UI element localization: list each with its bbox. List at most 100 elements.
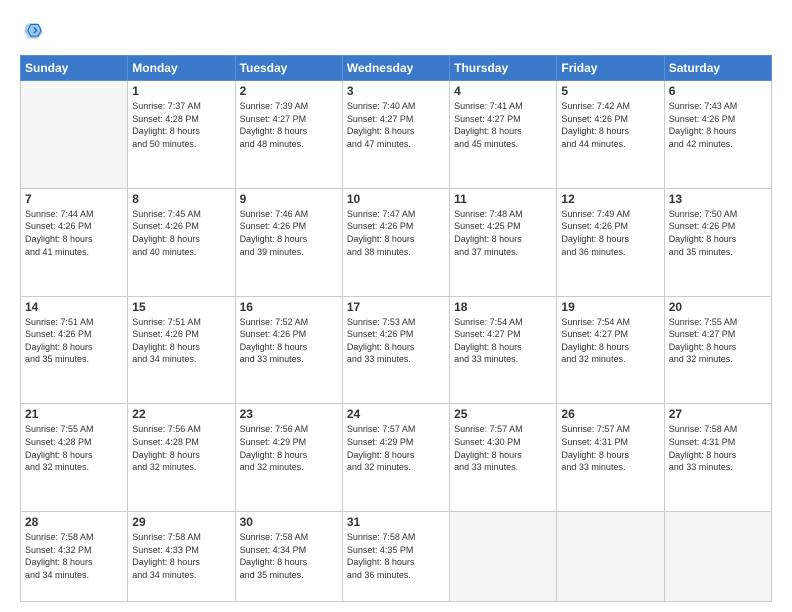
- calendar-cell: 18 Sunrise: 7:54 AMSunset: 4:27 PMDayligh…: [450, 296, 557, 404]
- page: SundayMondayTuesdayWednesdayThursdayFrid…: [0, 0, 792, 612]
- day-number: 25: [454, 407, 552, 421]
- day-info: Sunrise: 7:54 AMSunset: 4:27 PMDaylight:…: [454, 316, 552, 366]
- weekday-header: Friday: [557, 56, 664, 81]
- day-number: 12: [561, 192, 659, 206]
- day-number: 5: [561, 84, 659, 98]
- calendar-cell: 22 Sunrise: 7:56 AMSunset: 4:28 PMDayligh…: [128, 404, 235, 512]
- calendar-cell: 27 Sunrise: 7:58 AMSunset: 4:31 PMDayligh…: [664, 404, 771, 512]
- day-number: 14: [25, 300, 123, 314]
- day-info: Sunrise: 7:55 AMSunset: 4:28 PMDaylight:…: [25, 423, 123, 473]
- calendar-cell: 20 Sunrise: 7:55 AMSunset: 4:27 PMDayligh…: [664, 296, 771, 404]
- logo-icon: [22, 20, 44, 42]
- calendar-cell: 21 Sunrise: 7:55 AMSunset: 4:28 PMDayligh…: [21, 404, 128, 512]
- calendar-cell: 28Sunrise: 7:58 AMSunset: 4:32 PMDayligh…: [21, 512, 128, 602]
- day-number: 18: [454, 300, 552, 314]
- calendar-cell: 15 Sunrise: 7:51 AMSunset: 4:26 PMDayligh…: [128, 296, 235, 404]
- day-info: Sunrise: 7:52 AMSunset: 4:26 PMDaylight:…: [240, 316, 338, 366]
- weekday-header: Thursday: [450, 56, 557, 81]
- day-number: 17: [347, 300, 445, 314]
- day-info: Sunrise: 7:56 AMSunset: 4:28 PMDaylight:…: [132, 423, 230, 473]
- day-info: Sunrise: 7:58 AMSunset: 4:31 PMDaylight:…: [669, 423, 767, 473]
- calendar-cell: 29 Sunrise: 7:58 AMSunset: 4:33 PMDayligh…: [128, 512, 235, 602]
- day-number: 26: [561, 407, 659, 421]
- calendar-cell: 23 Sunrise: 7:56 AMSunset: 4:29 PMDayligh…: [235, 404, 342, 512]
- day-number: 8: [132, 192, 230, 206]
- calendar-cell: 2Sunrise: 7:39 AMSunset: 4:27 PMDaylight…: [235, 81, 342, 189]
- calendar-cell: 7Sunrise: 7:44 AMSunset: 4:26 PMDaylight…: [21, 188, 128, 296]
- day-number: 28: [25, 515, 123, 529]
- day-number: 19: [561, 300, 659, 314]
- day-info: Sunrise: 7:54 AMSunset: 4:27 PMDaylight:…: [561, 316, 659, 366]
- day-number: 11: [454, 192, 552, 206]
- day-info: Sunrise: 7:58 AMSunset: 4:35 PMDaylight:…: [347, 531, 445, 581]
- calendar-cell: 10Sunrise: 7:47 AMSunset: 4:26 PMDayligh…: [342, 188, 449, 296]
- header: [20, 18, 772, 47]
- day-number: 16: [240, 300, 338, 314]
- calendar-cell: 6 Sunrise: 7:43 AMSunset: 4:26 PMDaylight…: [664, 81, 771, 189]
- calendar-cell: 13 Sunrise: 7:50 AMSunset: 4:26 PMDayligh…: [664, 188, 771, 296]
- day-info: Sunrise: 7:55 AMSunset: 4:27 PMDaylight:…: [669, 316, 767, 366]
- calendar-cell: [450, 512, 557, 602]
- day-info: Sunrise: 7:39 AMSunset: 4:27 PMDaylight:…: [240, 100, 338, 150]
- weekday-header: Tuesday: [235, 56, 342, 81]
- day-info: Sunrise: 7:43 AMSunset: 4:26 PMDaylight:…: [669, 100, 767, 150]
- calendar-cell: 4 Sunrise: 7:41 AMSunset: 4:27 PMDaylight…: [450, 81, 557, 189]
- calendar-cell: 8 Sunrise: 7:45 AMSunset: 4:26 PMDaylight…: [128, 188, 235, 296]
- day-info: Sunrise: 7:49 AMSunset: 4:26 PMDaylight:…: [561, 208, 659, 258]
- day-number: 6: [669, 84, 767, 98]
- day-number: 1: [132, 84, 230, 98]
- weekday-header: Sunday: [21, 56, 128, 81]
- day-info: Sunrise: 7:37 AMSunset: 4:28 PMDaylight:…: [132, 100, 230, 150]
- calendar-cell: 26Sunrise: 7:57 AMSunset: 4:31 PMDayligh…: [557, 404, 664, 512]
- day-number: 13: [669, 192, 767, 206]
- day-info: Sunrise: 7:56 AMSunset: 4:29 PMDaylight:…: [240, 423, 338, 473]
- day-number: 30: [240, 515, 338, 529]
- calendar-cell: [664, 512, 771, 602]
- day-info: Sunrise: 7:47 AMSunset: 4:26 PMDaylight:…: [347, 208, 445, 258]
- weekday-header: Saturday: [664, 56, 771, 81]
- day-number: 24: [347, 407, 445, 421]
- day-number: 21: [25, 407, 123, 421]
- calendar-week-row: 14 Sunrise: 7:51 AMSunset: 4:26 PMDayligh…: [21, 296, 772, 404]
- calendar-cell: 14Sunrise: 7:51 AMSunset: 4:26 PMDayligh…: [21, 296, 128, 404]
- calendar-cell: 3 Sunrise: 7:40 AMSunset: 4:27 PMDaylight…: [342, 81, 449, 189]
- day-number: 20: [669, 300, 767, 314]
- calendar-cell: 30 Sunrise: 7:58 AMSunset: 4:34 PMDayligh…: [235, 512, 342, 602]
- calendar: SundayMondayTuesdayWednesdayThursdayFrid…: [20, 55, 772, 602]
- day-number: 15: [132, 300, 230, 314]
- calendar-cell: [21, 81, 128, 189]
- day-info: Sunrise: 7:58 AMSunset: 4:34 PMDaylight:…: [240, 531, 338, 581]
- logo: [20, 22, 48, 47]
- calendar-cell: [557, 512, 664, 602]
- day-number: 29: [132, 515, 230, 529]
- day-info: Sunrise: 7:46 AMSunset: 4:26 PMDaylight:…: [240, 208, 338, 258]
- calendar-week-row: 21 Sunrise: 7:55 AMSunset: 4:28 PMDayligh…: [21, 404, 772, 512]
- day-number: 27: [669, 407, 767, 421]
- day-info: Sunrise: 7:45 AMSunset: 4:26 PMDaylight:…: [132, 208, 230, 258]
- calendar-cell: 1 Sunrise: 7:37 AMSunset: 4:28 PMDaylight…: [128, 81, 235, 189]
- day-info: Sunrise: 7:57 AMSunset: 4:30 PMDaylight:…: [454, 423, 552, 473]
- day-info: Sunrise: 7:41 AMSunset: 4:27 PMDaylight:…: [454, 100, 552, 150]
- day-info: Sunrise: 7:40 AMSunset: 4:27 PMDaylight:…: [347, 100, 445, 150]
- weekday-header: Monday: [128, 56, 235, 81]
- day-number: 23: [240, 407, 338, 421]
- day-number: 4: [454, 84, 552, 98]
- weekday-header: Wednesday: [342, 56, 449, 81]
- day-number: 3: [347, 84, 445, 98]
- calendar-cell: 16 Sunrise: 7:52 AMSunset: 4:26 PMDayligh…: [235, 296, 342, 404]
- calendar-cell: 25 Sunrise: 7:57 AMSunset: 4:30 PMDayligh…: [450, 404, 557, 512]
- day-info: Sunrise: 7:57 AMSunset: 4:29 PMDaylight:…: [347, 423, 445, 473]
- calendar-cell: 9Sunrise: 7:46 AMSunset: 4:26 PMDaylight…: [235, 188, 342, 296]
- day-info: Sunrise: 7:50 AMSunset: 4:26 PMDaylight:…: [669, 208, 767, 258]
- day-info: Sunrise: 7:58 AMSunset: 4:33 PMDaylight:…: [132, 531, 230, 581]
- calendar-cell: 31 Sunrise: 7:58 AMSunset: 4:35 PMDayligh…: [342, 512, 449, 602]
- day-number: 31: [347, 515, 445, 529]
- calendar-cell: 12 Sunrise: 7:49 AMSunset: 4:26 PMDayligh…: [557, 188, 664, 296]
- calendar-week-row: 7Sunrise: 7:44 AMSunset: 4:26 PMDaylight…: [21, 188, 772, 296]
- day-info: Sunrise: 7:53 AMSunset: 4:26 PMDaylight:…: [347, 316, 445, 366]
- day-info: Sunrise: 7:51 AMSunset: 4:26 PMDaylight:…: [132, 316, 230, 366]
- day-number: 7: [25, 192, 123, 206]
- day-number: 22: [132, 407, 230, 421]
- calendar-week-row: 1 Sunrise: 7:37 AMSunset: 4:28 PMDaylight…: [21, 81, 772, 189]
- calendar-cell: 5Sunrise: 7:42 AMSunset: 4:26 PMDaylight…: [557, 81, 664, 189]
